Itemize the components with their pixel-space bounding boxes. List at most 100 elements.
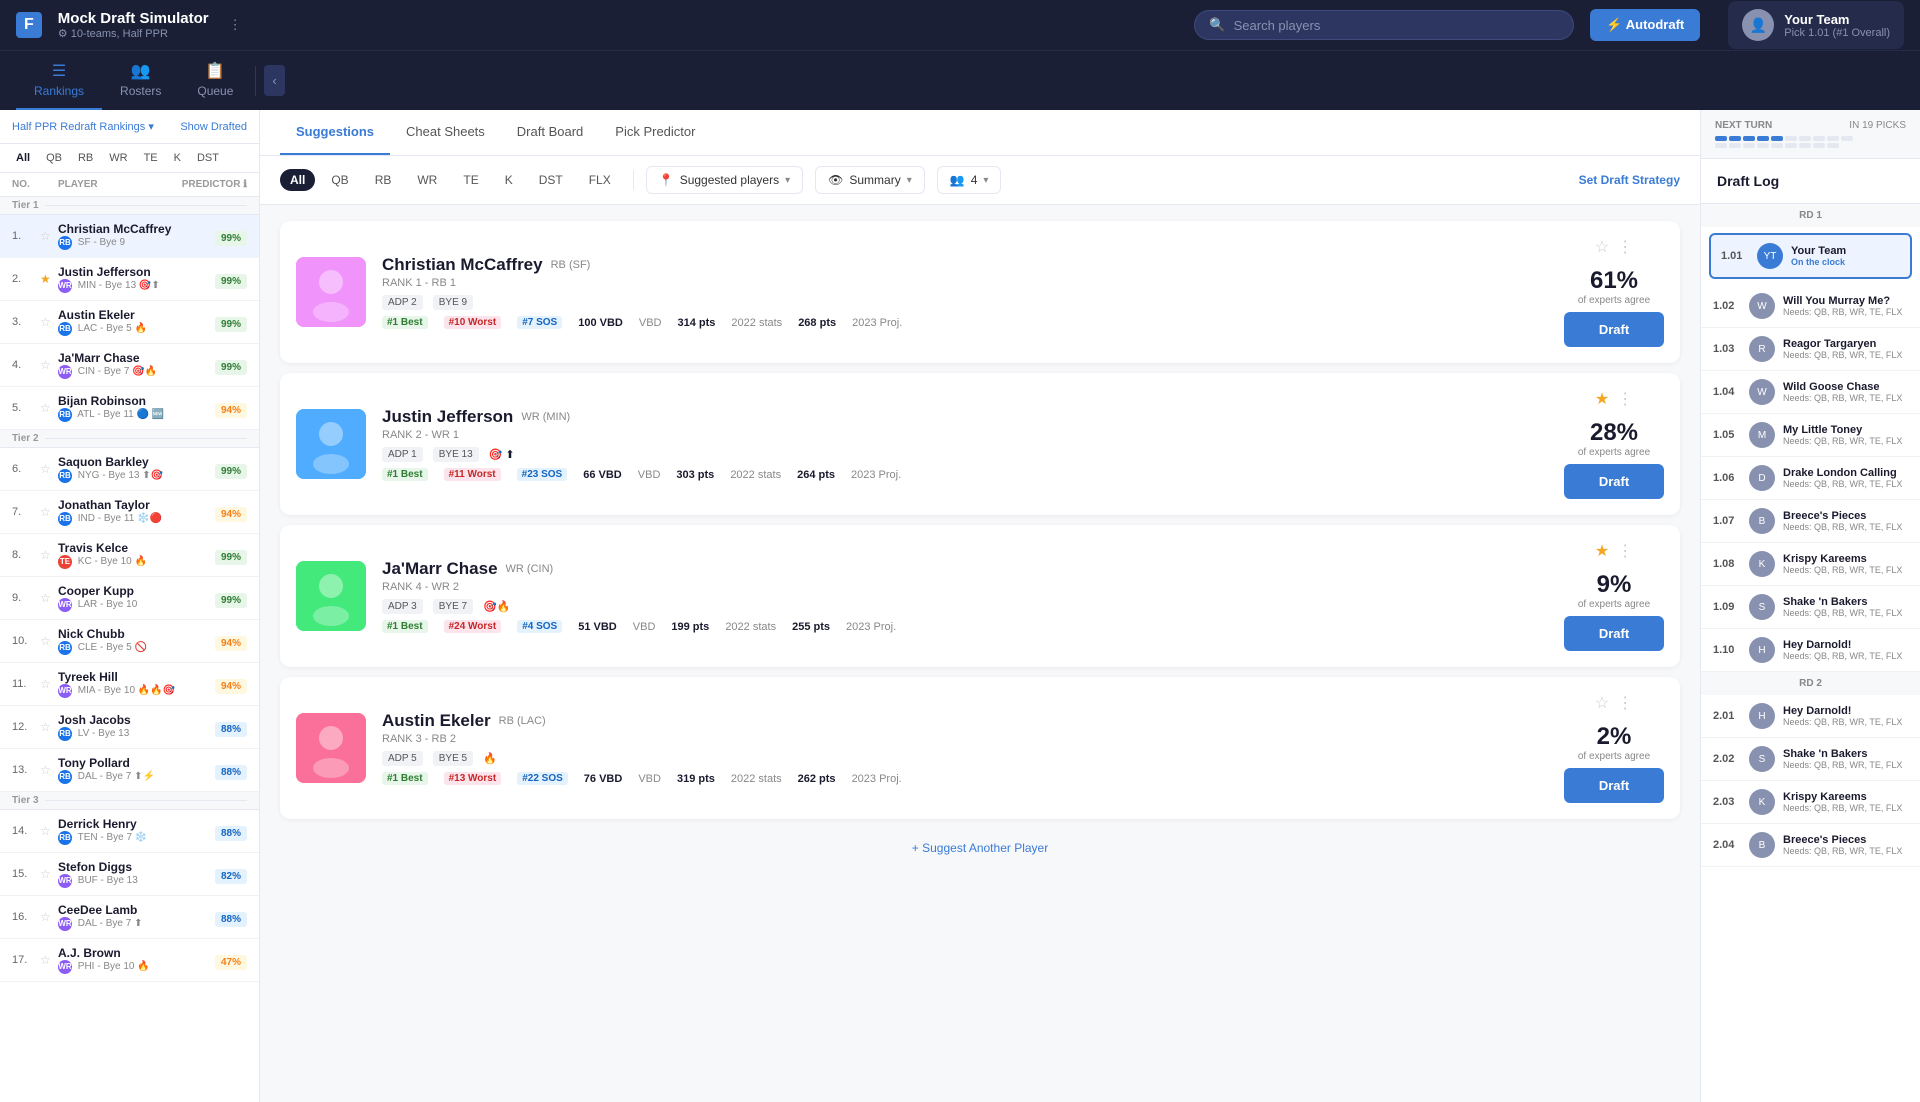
draft-button-chase[interactable]: Draft <box>1564 616 1664 651</box>
draft-button-ekeler[interactable]: Draft <box>1564 768 1664 803</box>
list-item[interactable]: 16. ☆ CeeDee Lamb WR DAL - Bye 7 ⬆ 88% <box>0 896 259 939</box>
draft-button-jefferson[interactable]: Draft <box>1564 464 1664 499</box>
pill-wr[interactable]: WR <box>407 169 447 191</box>
list-item[interactable]: 6. ☆ Saquon Barkley RB NYG - Bye 13 ⬆🎯 9… <box>0 448 259 491</box>
draft-log-item[interactable]: 2.01 H Hey Darnold! Needs: QB, RB, WR, T… <box>1701 695 1920 738</box>
pos-filter-te[interactable]: TE <box>140 150 162 166</box>
star-icon[interactable]: ☆ <box>40 505 58 519</box>
pill-rb[interactable]: RB <box>365 169 402 191</box>
list-item[interactable]: 14. ☆ Derrick Henry RB TEN - Bye 7 ❄️ 88… <box>0 810 259 853</box>
menu-dots-icon[interactable]: ⋮ <box>229 17 242 33</box>
pos-filter-rb[interactable]: RB <box>74 150 97 166</box>
pos-filter-qb[interactable]: QB <box>42 150 66 166</box>
pos-filter-wr[interactable]: WR <box>105 150 131 166</box>
more-action-icon[interactable]: ⋮ <box>1617 237 1633 257</box>
draft-log-item[interactable]: 1.10 H Hey Darnold! Needs: QB, RB, WR, T… <box>1701 629 1920 672</box>
draft-log-item[interactable]: 1.04 W Wild Goose Chase Needs: QB, RB, W… <box>1701 371 1920 414</box>
draft-log-item[interactable]: 2.02 S Shake 'n Bakers Needs: QB, RB, WR… <box>1701 738 1920 781</box>
autodraft-button[interactable]: ⚡ Autodraft <box>1590 9 1700 41</box>
star-icon[interactable]: ☆ <box>40 720 58 734</box>
star-icon[interactable]: ☆ <box>40 401 58 415</box>
show-drafted-button[interactable]: Show Drafted <box>180 121 247 133</box>
star-icon[interactable]: ★ <box>40 272 58 286</box>
star-icon[interactable]: ☆ <box>40 824 58 838</box>
player-actions: ★ ⋮ 28% of experts agree Draft <box>1564 389 1664 499</box>
draft-log-item[interactable]: 1.02 W Will You Murray Me? Needs: QB, RB… <box>1701 285 1920 328</box>
draft-log-item[interactable]: 1.03 R Reagor Targaryen Needs: QB, RB, W… <box>1701 328 1920 371</box>
list-item[interactable]: 7. ☆ Jonathan Taylor RB IND - Bye 11 ❄️🔴… <box>0 491 259 534</box>
list-item[interactable]: 8. ☆ Travis Kelce TE KC - Bye 10 🔥 99% <box>0 534 259 577</box>
suggest-another-link[interactable]: + Suggest Another Player <box>280 829 1680 867</box>
pill-te[interactable]: TE <box>453 169 488 191</box>
star-action-icon[interactable]: ★ <box>1595 389 1609 409</box>
star-icon[interactable]: ☆ <box>40 763 58 777</box>
list-item[interactable]: 17. ☆ A.J. Brown WR PHI - Bye 10 🔥 47% <box>0 939 259 982</box>
pill-all[interactable]: All <box>280 169 315 191</box>
draft-log-item[interactable]: 1.05 M My Little Toney Needs: QB, RB, WR… <box>1701 414 1920 457</box>
star-icon[interactable]: ☆ <box>40 910 58 924</box>
star-icon[interactable]: ☆ <box>40 953 58 967</box>
tab-draft-board[interactable]: Draft Board <box>501 110 599 155</box>
star-icon[interactable]: ☆ <box>40 867 58 881</box>
list-item[interactable]: 4. ☆ Ja'Marr Chase WR CIN - Bye 7 🎯🔥 99% <box>0 344 259 387</box>
tier-2-text: Tier 2 <box>12 433 39 444</box>
list-item[interactable]: 13. ☆ Tony Pollard RB DAL - Bye 7 ⬆⚡ 88% <box>0 749 259 792</box>
pos-filter-k[interactable]: K <box>170 150 185 166</box>
more-action-icon[interactable]: ⋮ <box>1617 541 1633 561</box>
star-icon[interactable]: ☆ <box>40 591 58 605</box>
list-item[interactable]: 15. ☆ Stefon Diggs WR BUF - Bye 13 82% <box>0 853 259 896</box>
set-draft-strategy-link[interactable]: Set Draft Strategy <box>1579 173 1680 187</box>
tab-cheat-sheets[interactable]: Cheat Sheets <box>390 110 501 155</box>
list-item[interactable]: 2. ★ Justin Jefferson WR MIN - Bye 13 🎯⬆… <box>0 258 259 301</box>
nav-tab-queue[interactable]: 📋 Queue <box>179 51 251 110</box>
list-item[interactable]: 5. ☆ Bijan Robinson RB ATL - Bye 11 🔵 🆕 … <box>0 387 259 430</box>
nav-tab-rosters[interactable]: 👥 Rosters <box>102 51 179 110</box>
pill-flx[interactable]: FLX <box>579 169 621 191</box>
draft-button-mccaffrey[interactable]: Draft <box>1564 312 1664 347</box>
sos-tag: #23 SOS <box>517 468 568 481</box>
your-team-pick-item[interactable]: 1.01 YT Your Team On the clock <box>1709 233 1912 279</box>
player-card-jefferson: Justin Jefferson WR (MIN) RANK 2 - WR 1 … <box>280 373 1680 515</box>
list-item[interactable]: 11. ☆ Tyreek Hill WR MIA - Bye 10 🔥🔥🎯 94… <box>0 663 259 706</box>
list-item[interactable]: 10. ☆ Nick Chubb RB CLE - Bye 5 🚫 94% <box>0 620 259 663</box>
draft-log-item[interactable]: 1.06 D Drake London Calling Needs: QB, R… <box>1701 457 1920 500</box>
nav-tab-rankings[interactable]: ☰ Rankings <box>16 51 102 110</box>
list-item[interactable]: 3. ☆ Austin Ekeler RB LAC - Bye 5 🔥 99% <box>0 301 259 344</box>
rankings-select-dropdown[interactable]: Half PPR Redraft Rankings ▾ <box>12 120 154 133</box>
more-action-icon[interactable]: ⋮ <box>1617 693 1633 713</box>
list-item[interactable]: 1. ☆ Christian McCaffrey RB SF - Bye 9 9… <box>0 215 259 258</box>
pos-filter-dst[interactable]: DST <box>193 150 223 166</box>
row-number: 6. <box>12 463 40 475</box>
pos-filter-all[interactable]: All <box>12 150 34 166</box>
star-action-icon[interactable]: ☆ <box>1595 693 1609 713</box>
draft-log-item[interactable]: 1.08 K Krispy Kareems Needs: QB, RB, WR,… <box>1701 543 1920 586</box>
draft-log-item[interactable]: 2.03 K Krispy Kareems Needs: QB, RB, WR,… <box>1701 781 1920 824</box>
more-action-icon[interactable]: ⋮ <box>1617 389 1633 409</box>
players-filter-dropdown[interactable]: 📍 Suggested players ▾ <box>646 166 803 194</box>
pill-qb[interactable]: QB <box>321 169 358 191</box>
search-input[interactable] <box>1234 18 1560 33</box>
draft-log-item[interactable]: 2.04 B Breece's Pieces Needs: QB, RB, WR… <box>1701 824 1920 867</box>
list-item[interactable]: 9. ☆ Cooper Kupp WR LAR - Bye 10 99% <box>0 577 259 620</box>
star-icon[interactable]: ☆ <box>40 229 58 243</box>
list-item[interactable]: 12. ☆ Josh Jacobs RB LV - Bye 13 88% <box>0 706 259 749</box>
star-icon[interactable]: ☆ <box>40 634 58 648</box>
draft-log-item[interactable]: 1.09 S Shake 'n Bakers Needs: QB, RB, WR… <box>1701 586 1920 629</box>
star-icon[interactable]: ☆ <box>40 462 58 476</box>
teams-filter-dropdown[interactable]: 👥 4 ▾ <box>937 166 1002 194</box>
star-action-icon[interactable]: ☆ <box>1595 237 1609 257</box>
star-icon[interactable]: ☆ <box>40 548 58 562</box>
pill-k[interactable]: K <box>495 169 523 191</box>
star-action-icon[interactable]: ★ <box>1595 541 1609 561</box>
view-filter-dropdown[interactable]: 👁 Summary ▾ <box>815 166 925 194</box>
star-icon[interactable]: ☆ <box>40 358 58 372</box>
star-icon[interactable]: ☆ <box>40 315 58 329</box>
expert-agree: 28% of experts agree <box>1578 419 1650 458</box>
vbd-label: VBD <box>638 773 661 785</box>
draft-log-item[interactable]: 1.07 B Breece's Pieces Needs: QB, RB, WR… <box>1701 500 1920 543</box>
nav-collapse-button[interactable]: ‹ <box>264 65 284 96</box>
star-icon[interactable]: ☆ <box>40 677 58 691</box>
tab-pick-predictor[interactable]: Pick Predictor <box>599 110 711 155</box>
tab-suggestions[interactable]: Suggestions <box>280 110 390 155</box>
pill-dst[interactable]: DST <box>529 169 573 191</box>
